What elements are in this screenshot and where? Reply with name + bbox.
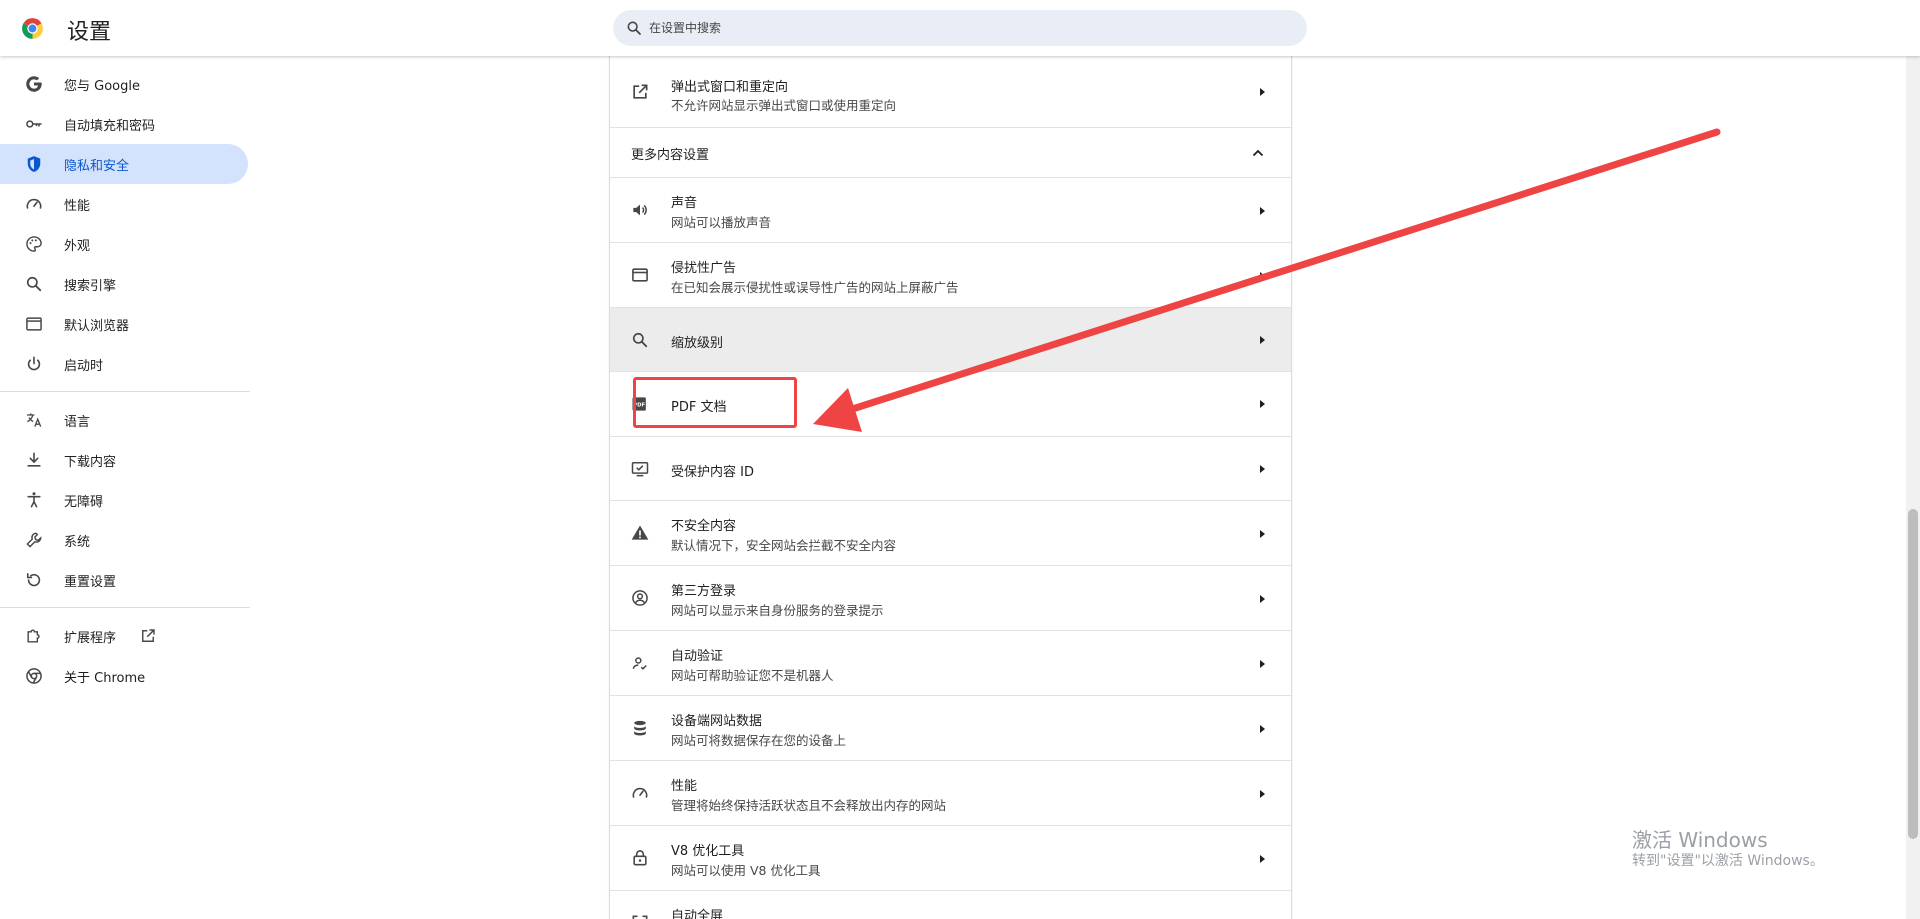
chevron-up-icon[interactable] <box>1250 145 1266 161</box>
sidebar-item-extensions[interactable]: 扩展程序 <box>0 616 248 656</box>
wrench-icon <box>26 532 42 548</box>
database-icon <box>634 720 646 736</box>
sidebar-item-about-chrome[interactable]: 关于 Chrome <box>0 656 248 696</box>
sidebar-item-performance[interactable]: 性能 <box>0 184 248 224</box>
setting-row-zoom-levels[interactable]: 缩放级别 <box>610 307 1291 371</box>
setting-row-protected-content[interactable]: 受保护内容 ID <box>610 436 1291 500</box>
activation-watermark-subtitle: 转到"设置"以激活 Windows。 <box>1632 853 1824 869</box>
setting-row-performance[interactable]: 性能 管理将始终保持活跃状态且不会释放出内存的网站 <box>610 760 1291 825</box>
ad-window-icon <box>632 268 648 282</box>
sidebar-item-appearance[interactable]: 外观 <box>0 224 248 264</box>
browser-window-icon <box>26 317 42 331</box>
chevron-right-icon <box>1260 660 1265 668</box>
setting-row-insecure-content[interactable]: 不安全内容 默认情况下，安全网站会拦截不安全内容 <box>610 500 1291 565</box>
sidebar-item-you-and-google[interactable]: 您与 Google <box>0 64 248 104</box>
sidebar-item-system[interactable]: 系统 <box>0 520 248 560</box>
chevron-right-icon <box>1260 272 1265 280</box>
warning-icon <box>631 525 649 540</box>
scrollbar-thumb[interactable] <box>1908 509 1918 839</box>
chevron-right-icon <box>1260 790 1265 798</box>
chevron-right-icon <box>1260 595 1265 603</box>
chevron-right-icon <box>1260 855 1265 863</box>
sidebar-divider <box>0 391 250 392</box>
speedometer-icon <box>632 787 648 798</box>
svg-text:PDF: PDF <box>633 402 645 408</box>
search-input[interactable] <box>649 10 1289 46</box>
setting-row-auto-verify[interactable]: 自动验证 网站可帮助验证您不是机器人 <box>610 630 1291 695</box>
translate-icon <box>26 413 42 427</box>
speedometer-icon <box>26 198 42 209</box>
key-icon <box>26 120 42 128</box>
setting-row-pdf-documents[interactable]: PDF PDF 文档 <box>610 371 1291 436</box>
fullscreen-icon <box>632 915 648 919</box>
sidebar-divider <box>0 607 250 608</box>
sidebar-item-autofill[interactable]: 自动填充和密码 <box>0 104 248 144</box>
settings-search[interactable] <box>613 10 1307 46</box>
lock-icon <box>633 850 647 866</box>
chrome-logo-icon <box>22 18 43 39</box>
setting-row-auto-fullscreen[interactable]: 自动全屏 <box>610 890 1291 919</box>
chevron-right-icon <box>1260 400 1265 408</box>
sidebar-item-downloads[interactable]: 下载内容 <box>0 440 248 480</box>
chevron-right-icon <box>1260 88 1265 96</box>
puzzle-icon <box>27 629 40 643</box>
setting-row-intrusive-ads[interactable]: 侵扰性广告 在已知会展示侵扰性或误导性广告的网站上屏蔽广告 <box>610 242 1291 307</box>
page-scrollbar[interactable] <box>1906 56 1920 919</box>
sidebar-item-default-browser[interactable]: 默认浏览器 <box>0 304 248 344</box>
sidebar-nav: 您与 Google 自动填充和密码 隐私和安全 性能 外观 搜索引擎 默认浏览器… <box>0 56 250 919</box>
content-card: 弹出式窗口和重定向 不允许网站显示弹出式窗口或使用重定向 更多内容设置 声音 网… <box>610 56 1291 919</box>
zoom-icon <box>632 332 648 348</box>
setting-row-third-party-sign-in[interactable]: 第三方登录 网站可以显示来自身份服务的登录提示 <box>610 565 1291 630</box>
setting-row-sound[interactable]: 声音 网站可以播放声音 <box>610 177 1291 242</box>
search-icon <box>26 276 42 292</box>
google-g-icon <box>26 76 42 92</box>
chevron-right-icon <box>1260 465 1265 473</box>
volume-icon <box>633 204 647 216</box>
protected-content-icon <box>631 462 649 477</box>
chevron-right-icon <box>1260 207 1265 215</box>
power-icon <box>27 356 41 371</box>
account-circle-icon <box>632 590 648 606</box>
header-bar: 设置 <box>0 0 1920 56</box>
open-in-new-icon <box>142 629 155 642</box>
page-title: 设置 <box>67 20 112 45</box>
open-external-icon <box>633 84 648 99</box>
setting-row-popups[interactable]: 弹出式窗口和重定向 不允许网站显示弹出式窗口或使用重定向 <box>610 56 1291 127</box>
sidebar-item-privacy[interactable]: 隐私和安全 <box>0 144 248 184</box>
palette-icon <box>26 236 42 252</box>
sidebar-item-on-startup[interactable]: 启动时 <box>0 344 248 384</box>
accessibility-icon <box>27 492 41 508</box>
activation-watermark-title: 激活 Windows <box>1632 828 1768 852</box>
chevron-right-icon <box>1260 530 1265 538</box>
sidebar-item-accessibility[interactable]: 无障碍 <box>0 480 248 520</box>
download-icon <box>27 452 41 467</box>
person-check-icon <box>632 657 647 670</box>
setting-row-on-device-data[interactable]: 设备端网站数据 网站可将数据保存在您的设备上 <box>610 695 1291 760</box>
more-content-settings-header: 更多内容设置 <box>610 127 1291 177</box>
chevron-right-icon <box>1260 725 1265 733</box>
shield-icon <box>27 156 41 172</box>
sidebar-item-reset[interactable]: 重置设置 <box>0 560 248 600</box>
sidebar-item-search-engine[interactable]: 搜索引擎 <box>0 264 248 304</box>
reset-icon <box>26 572 41 587</box>
chrome-icon <box>26 668 42 684</box>
settings-window: 设置 您与 Google 自动填充和密码 <box>0 0 1920 919</box>
chevron-right-icon <box>1260 336 1265 344</box>
search-icon <box>627 21 641 35</box>
pdf-icon: PDF <box>632 397 646 411</box>
setting-row-v8-optimizer[interactable]: V8 优化工具 网站可以使用 V8 优化工具 <box>610 825 1291 890</box>
sidebar-item-languages[interactable]: 语言 <box>0 400 248 440</box>
